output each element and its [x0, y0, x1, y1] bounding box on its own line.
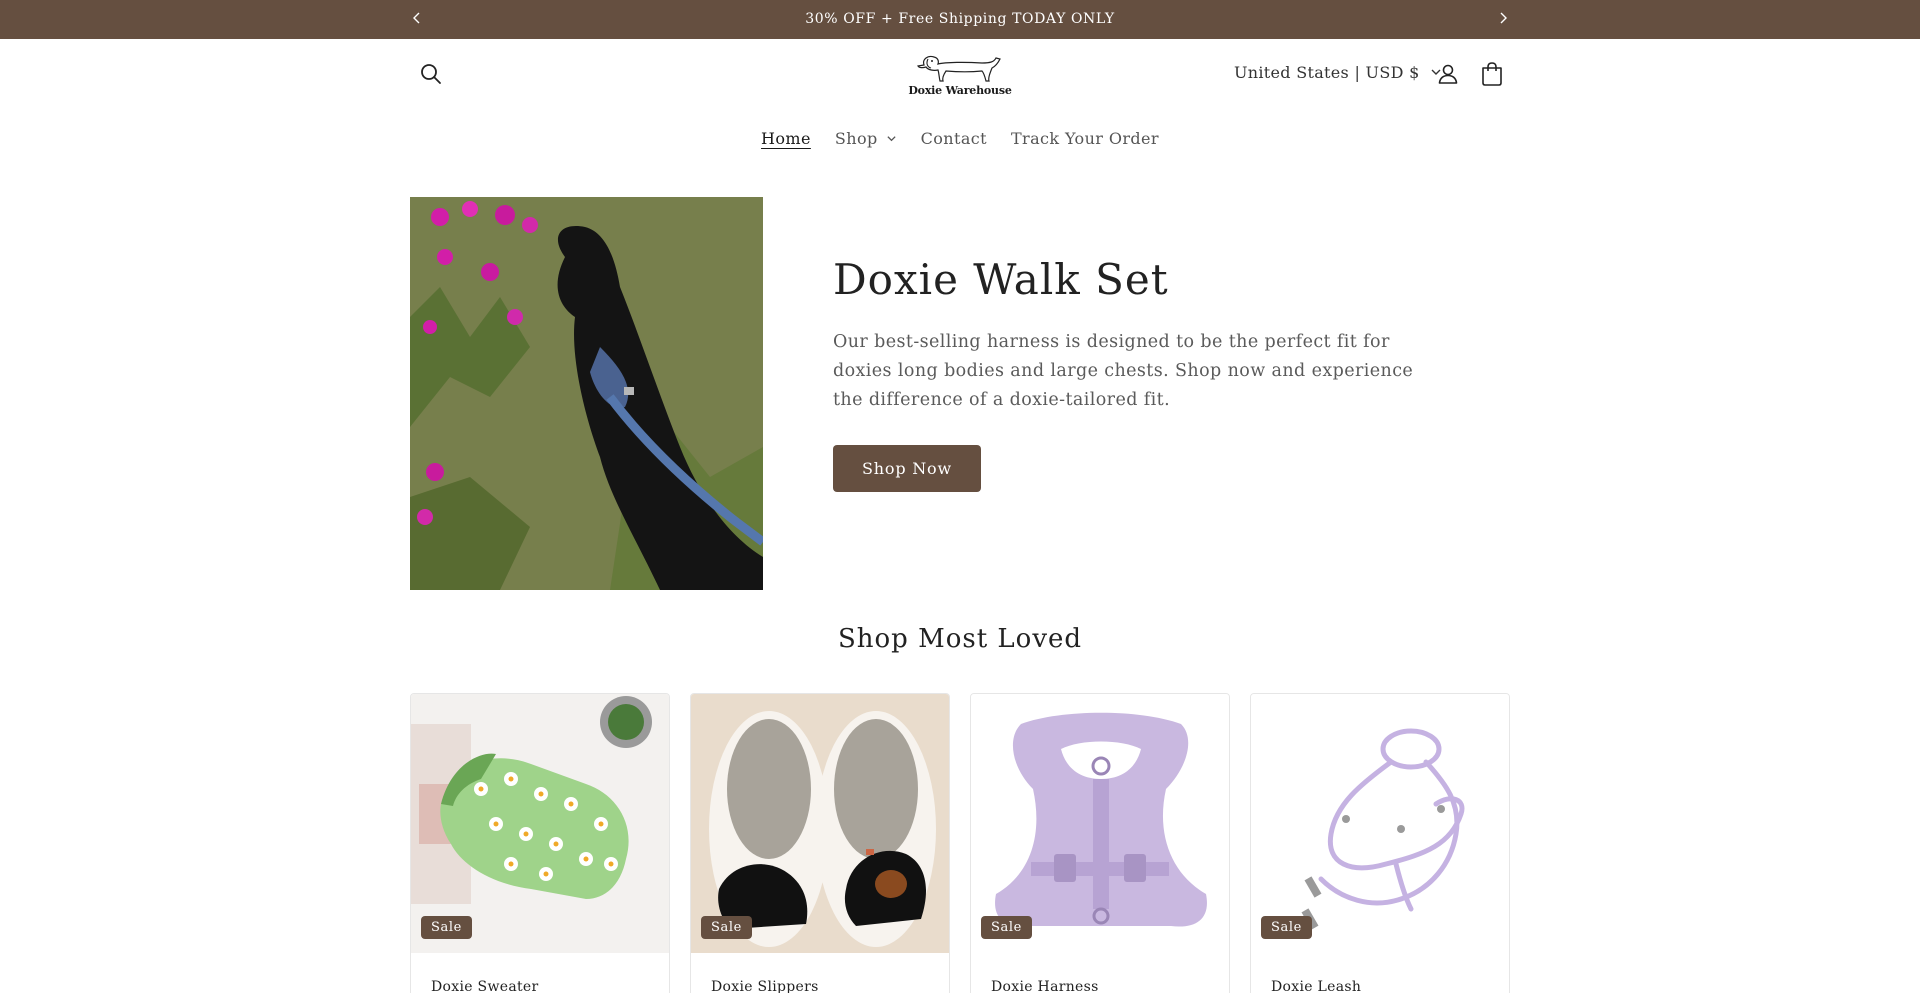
nav-item-label: Home — [761, 129, 811, 148]
locale-label: United States | USD $ — [1234, 63, 1420, 82]
nav-item-track-order[interactable]: Track Your Order — [999, 129, 1171, 148]
announcement-message: 30% OFF + Free Shipping TODAY ONLY — [805, 11, 1115, 27]
search-icon[interactable] — [418, 61, 444, 87]
product-card-harness[interactable]: Sale Doxie Harness — [970, 693, 1230, 993]
nav-item-label: Shop — [834, 129, 878, 148]
sale-badge: Sale — [701, 916, 752, 939]
product-card-sweater[interactable]: Sale Doxie Sweater — [410, 693, 670, 993]
product-name[interactable]: Doxie Slippers — [711, 979, 819, 993]
sale-badge: Sale — [421, 916, 472, 939]
nav-item-shop[interactable]: Shop — [823, 129, 909, 148]
product-card-leash[interactable]: Sale Doxie Leash — [1250, 693, 1510, 993]
chevron-down-icon — [886, 129, 897, 148]
account-icon[interactable] — [1436, 62, 1460, 86]
announcement-bar: 30% OFF + Free Shipping TODAY ONLY — [0, 0, 1920, 39]
hero-image — [410, 197, 763, 590]
nav-item-home[interactable]: Home — [749, 129, 823, 148]
nav-item-label: Track Your Order — [1010, 129, 1159, 148]
sale-badge: Sale — [1261, 916, 1312, 939]
product-image — [1251, 694, 1509, 953]
logo[interactable]: Doxie Warehouse — [906, 51, 1014, 99]
nav-item-contact[interactable]: Contact — [909, 129, 999, 148]
product-image — [971, 694, 1229, 953]
hero-title: Doxie Walk Set — [833, 255, 1169, 304]
main-nav: Home Shop Contact Track Your Order — [0, 129, 1920, 148]
nav-item-label: Contact — [920, 129, 987, 148]
site-header: Doxie Warehouse United States | USD $ Ho… — [0, 39, 1920, 169]
cart-icon[interactable] — [1480, 61, 1504, 87]
product-image — [411, 694, 669, 953]
product-name[interactable]: Doxie Leash — [1271, 979, 1361, 993]
shop-now-button[interactable]: Shop Now — [833, 445, 981, 492]
locale-selector[interactable]: United States | USD $ — [1234, 63, 1442, 82]
chevron-right-icon[interactable] — [1493, 8, 1513, 28]
logo-text: Doxie Warehouse — [908, 84, 1012, 97]
section-title: Shop Most Loved — [837, 624, 1083, 654]
hero-description: Our best-selling harness is designed to … — [833, 332, 1414, 410]
product-image — [691, 694, 949, 953]
product-name[interactable]: Doxie Sweater — [431, 979, 538, 993]
sale-badge: Sale — [981, 916, 1032, 939]
dachshund-logo-icon — [917, 55, 1001, 82]
product-name[interactable]: Doxie Harness — [991, 979, 1099, 993]
product-card-slippers[interactable]: Sale Doxie Slippers — [690, 693, 950, 993]
